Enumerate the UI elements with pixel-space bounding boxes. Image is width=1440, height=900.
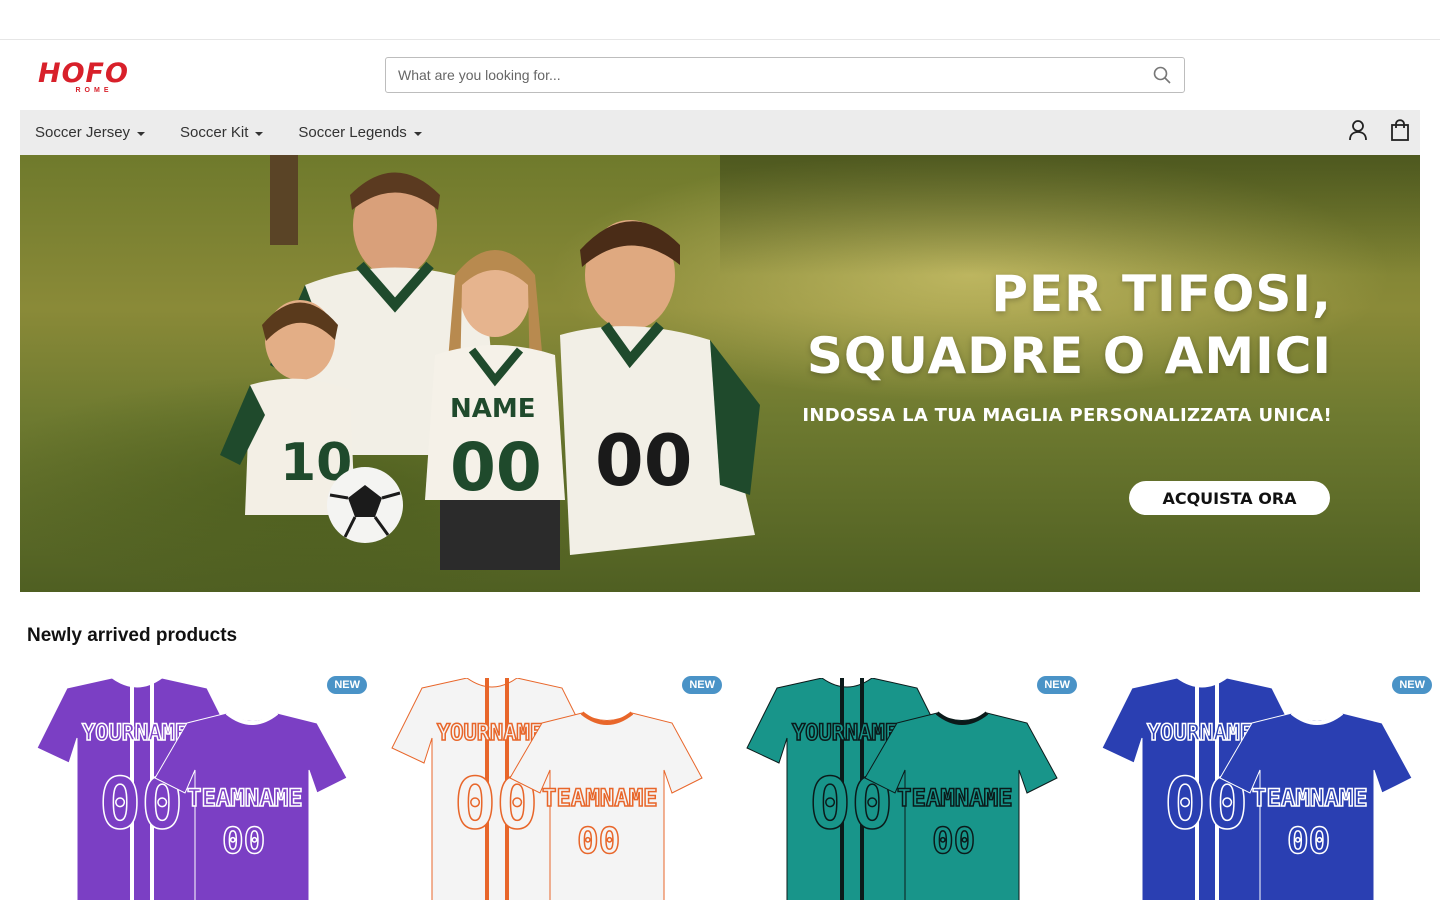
hero-headline-2: SQUADRE O AMICI bbox=[806, 327, 1332, 385]
jersey-name-text: YOURNAME bbox=[1147, 721, 1253, 746]
hero-shadow bbox=[720, 155, 1420, 275]
jersey-number-front: 00 bbox=[932, 821, 975, 862]
jersey-team-text: TEAMNAME bbox=[542, 784, 658, 812]
hero-text: PER TIFOSI, SQUADRE O AMICI INDOSSA LA T… bbox=[802, 263, 1332, 426]
nav-item-label: Soccer Jersey bbox=[35, 124, 131, 141]
shopping-bag-icon[interactable] bbox=[1390, 119, 1410, 146]
product-image: YOURNAME 00 TEAMNAME 00 bbox=[746, 678, 1058, 900]
jersey-team-text: TEAMNAME bbox=[897, 784, 1013, 812]
product-image: YOURNAME 00 TEAMNAME 00 bbox=[391, 678, 703, 900]
nav-item-soccer-legends[interactable]: Soccer Legends bbox=[298, 124, 422, 141]
search-input[interactable] bbox=[386, 58, 1140, 92]
hero-photo: 00 NAME 00 10 bbox=[220, 155, 760, 570]
jersey-team-text: TEAMNAME bbox=[187, 784, 303, 812]
jersey-number-front: 00 bbox=[222, 821, 265, 862]
shop-now-button[interactable]: ACQUISTA ORA bbox=[1129, 481, 1330, 515]
hero-jersey-number: 00 bbox=[595, 420, 692, 502]
search-bar bbox=[385, 57, 1185, 93]
nav-item-label: Soccer Kit bbox=[180, 124, 249, 141]
jersey-name-text: YOURNAME bbox=[792, 721, 898, 746]
user-icon[interactable] bbox=[1348, 119, 1368, 146]
new-badge: NEW bbox=[1392, 676, 1432, 694]
hero-subtitle: INDOSSA LA TUA MAGLIA PERSONALIZZATA UNI… bbox=[802, 405, 1332, 426]
product-image: YOURNAME 00 TEAMNAME 00 bbox=[1101, 678, 1413, 900]
nav-item-label: Soccer Legends bbox=[298, 124, 407, 141]
jersey-name-text: YOURNAME bbox=[437, 721, 543, 746]
hero-jersey-number-girl: 00 bbox=[450, 429, 542, 506]
new-badge: NEW bbox=[1037, 676, 1077, 694]
jersey-name-text: YOURNAME bbox=[82, 721, 188, 746]
hero-headline-1: PER TIFOSI, bbox=[991, 265, 1332, 323]
jersey-team-text: TEAMNAME bbox=[1252, 784, 1368, 812]
product-image: YOURNAME 00 TEAMNAME 00 bbox=[36, 678, 348, 900]
caret-down-icon bbox=[255, 131, 264, 136]
caret-down-icon bbox=[137, 131, 146, 136]
nav-actions bbox=[1348, 110, 1410, 155]
product-card[interactable]: YOURNAME 00 TEAMNAME 00 NEW bbox=[382, 668, 722, 900]
search-icon[interactable] bbox=[1140, 58, 1184, 92]
product-card[interactable]: YOURNAME 00 TEAMNAME 00 NEW bbox=[27, 668, 367, 900]
nav-item-soccer-kit[interactable]: Soccer Kit bbox=[180, 124, 264, 141]
new-badge: NEW bbox=[682, 676, 722, 694]
section-title: Newly arrived products bbox=[27, 625, 238, 646]
header: HOFO ROME bbox=[0, 40, 1440, 110]
product-card[interactable]: YOURNAME 00 TEAMNAME 00 NEW bbox=[737, 668, 1077, 900]
product-card[interactable]: YOURNAME 00 TEAMNAME 00 NEW bbox=[1092, 668, 1432, 900]
jersey-number-front: 00 bbox=[1287, 821, 1330, 862]
hero-banner[interactable]: 00 NAME 00 10 PER TIFOSI, SQUADRE O AMIC… bbox=[20, 155, 1420, 592]
hero-jersey-name: NAME bbox=[450, 394, 536, 424]
caret-down-icon bbox=[413, 131, 422, 136]
brand-logo[interactable]: HOFO ROME bbox=[38, 60, 133, 98]
product-grid: YOURNAME 00 TEAMNAME 00 NEW YOURNAME 00 bbox=[20, 668, 1432, 900]
nav-item-soccer-jersey[interactable]: Soccer Jersey bbox=[35, 124, 146, 141]
main-nav: Soccer Jersey Soccer Kit Soccer Legends bbox=[20, 110, 1420, 155]
new-badge: NEW bbox=[327, 676, 367, 694]
top-bar bbox=[0, 0, 1440, 40]
brand-name: HOFO bbox=[38, 58, 129, 89]
jersey-number-front: 00 bbox=[577, 821, 620, 862]
